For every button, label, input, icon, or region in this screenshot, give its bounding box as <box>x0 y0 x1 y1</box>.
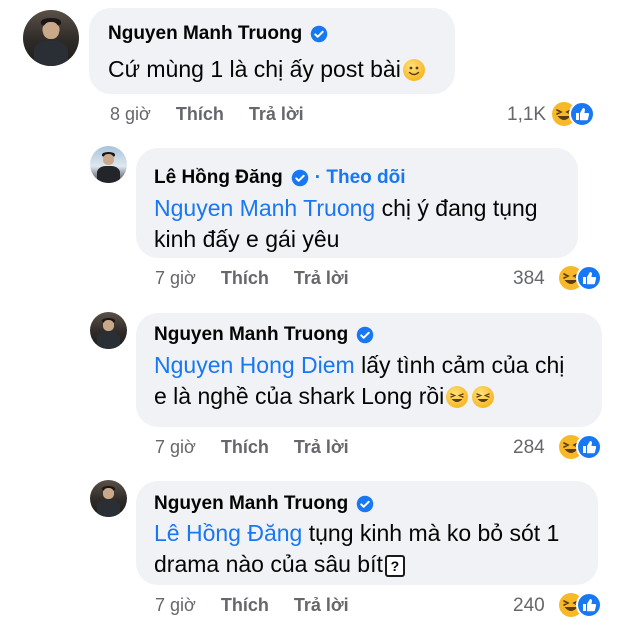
comment-author[interactable]: Lê Hồng Đăng · Theo dõi <box>154 167 406 189</box>
comment-time[interactable]: 7 giờ <box>155 437 196 457</box>
comment-time[interactable]: 7 giờ <box>155 595 196 615</box>
reply-button[interactable]: Trả lời <box>294 437 349 457</box>
comment-author[interactable]: Nguyen Manh Truong <box>108 23 328 45</box>
follow-link[interactable]: · Theo dõi <box>315 167 406 189</box>
reactions-haha-like-icon[interactable] <box>557 433 603 461</box>
avatar[interactable] <box>90 146 127 183</box>
reaction-count[interactable]: 240 <box>513 595 545 617</box>
mention-link[interactable]: Nguyen Manh Truong <box>154 195 375 221</box>
comment-text: Cứ mùng 1 là chị ấy post bài <box>108 54 425 85</box>
reactions-haha-like-icon[interactable] <box>557 264 603 292</box>
comment-author[interactable]: Nguyen Manh Truong <box>154 493 374 515</box>
reaction-count[interactable]: 384 <box>513 268 545 290</box>
reactions-haha-like-icon[interactable] <box>550 100 596 128</box>
comment-meta: 7 giờ Thích Trả lời <box>155 268 349 289</box>
unknown-glyph-icon: ? <box>384 555 405 577</box>
comment-time[interactable]: 8 giờ <box>110 104 151 124</box>
like-button[interactable]: Thích <box>176 104 224 124</box>
like-button[interactable]: Thích <box>221 268 269 288</box>
like-button[interactable]: Thích <box>221 437 269 457</box>
comment-time[interactable]: 7 giờ <box>155 268 196 288</box>
reaction-count[interactable]: 1,1K <box>507 104 546 126</box>
reply-button[interactable]: Trả lời <box>294 268 349 288</box>
comment-text: Nguyen Manh Truong chị ý đang tụng kinh … <box>154 195 538 252</box>
reaction-count[interactable]: 284 <box>513 437 545 459</box>
mention-link[interactable]: Nguyen Hong Diem <box>154 352 355 378</box>
like-button[interactable]: Thích <box>221 595 269 615</box>
mention-link[interactable]: Lê Hồng Đăng <box>154 520 302 546</box>
verified-badge-icon <box>356 495 374 513</box>
avatar[interactable] <box>90 312 127 349</box>
comment-author[interactable]: Nguyen Manh Truong <box>154 324 374 346</box>
reply-button[interactable]: Trả lời <box>249 104 304 124</box>
comment-text: Nguyen Hong Diem lấy tình cảm của chị e … <box>154 352 565 409</box>
reply-button[interactable]: Trả lời <box>294 595 349 615</box>
avatar[interactable] <box>23 10 79 66</box>
comment-text: Lê Hồng Đăng tụng kinh mà ko bỏ sót 1 dr… <box>154 520 560 577</box>
comment-meta: 8 giờ Thích Trả lời <box>110 104 304 125</box>
verified-badge-icon <box>356 326 374 344</box>
reactions-haha-like-icon[interactable] <box>557 591 603 619</box>
laughing-emoji-icon <box>472 386 495 408</box>
comment-meta: 7 giờ Thích Trả lời <box>155 595 349 616</box>
verified-badge-icon <box>310 25 328 43</box>
avatar[interactable] <box>90 480 127 517</box>
slight-smile-emoji-icon <box>402 59 425 81</box>
laughing-emoji-icon <box>446 386 469 408</box>
comment-meta: 7 giờ Thích Trả lời <box>155 437 349 458</box>
verified-badge-icon <box>291 169 309 187</box>
